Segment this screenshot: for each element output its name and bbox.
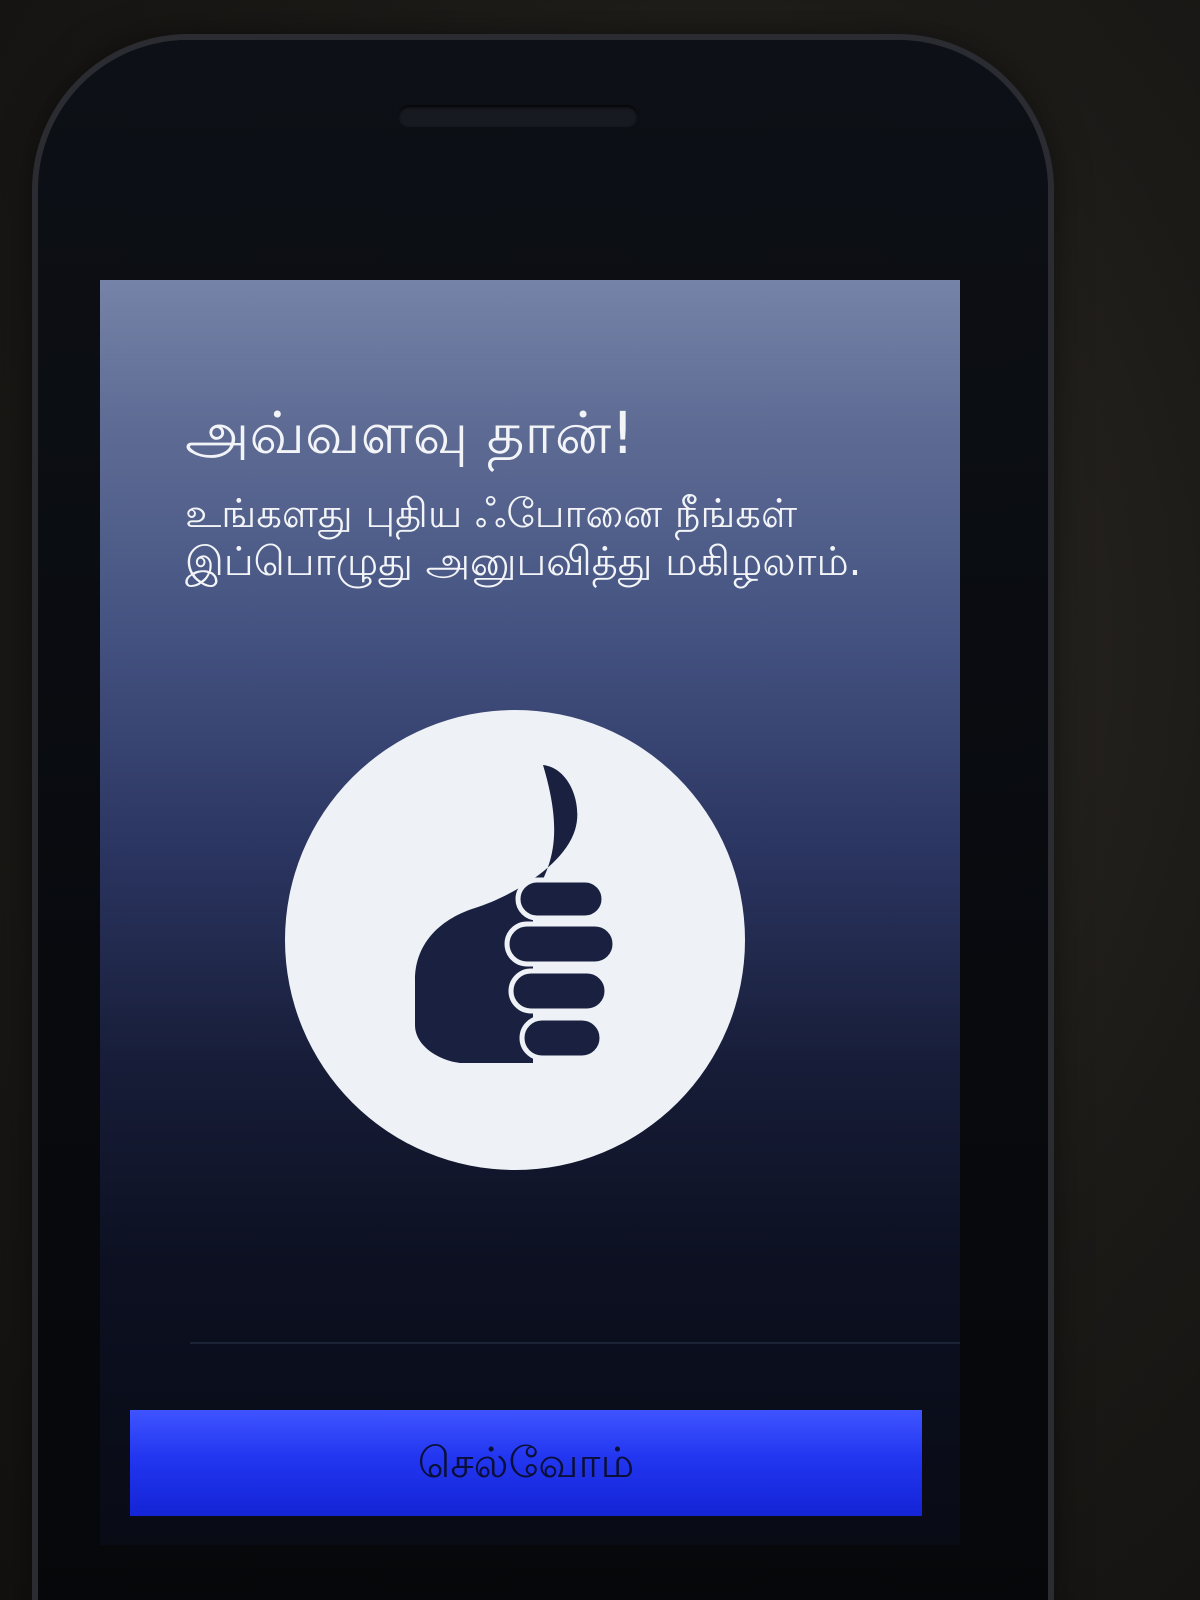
thumbs-up-badge [285, 710, 745, 1170]
earpiece-speaker [398, 105, 638, 127]
screen-title: அவ்வளவு தான்! [185, 399, 635, 467]
continue-button[interactable]: செல்வோம் [130, 1410, 922, 1516]
setup-complete-screen: அவ்வளவு தான்! உங்களது புதிய ஃபோனை நீங்கள… [100, 280, 960, 1545]
completion-message: உங்களது புதிய ஃபோனை நீங்கள் இப்பொழுது அன… [185, 491, 862, 585]
thumbs-up-icon [415, 765, 618, 1063]
button-bar-divider [190, 1342, 960, 1344]
